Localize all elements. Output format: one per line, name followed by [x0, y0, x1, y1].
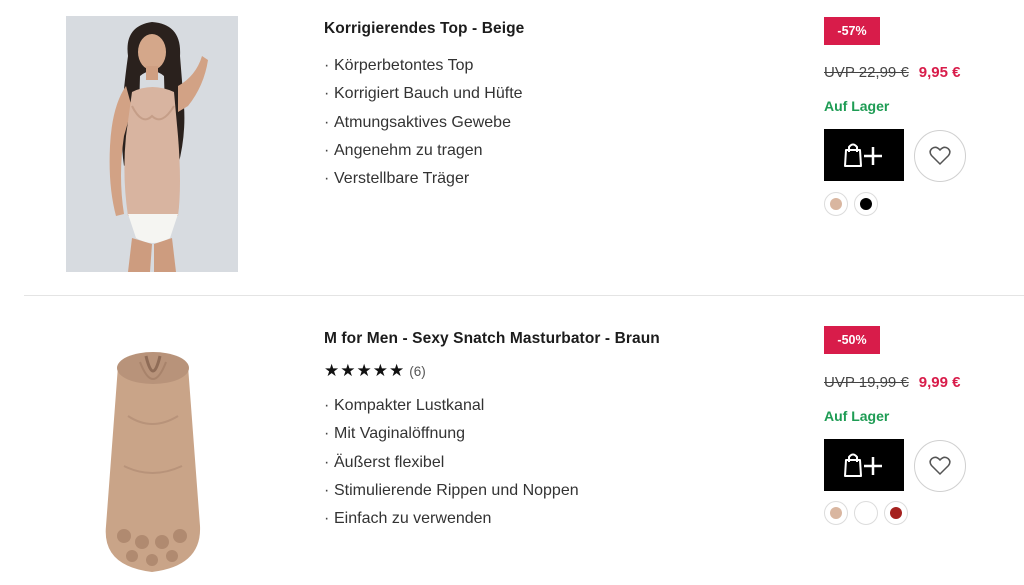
shopping-bag-plus-icon — [844, 143, 882, 167]
shopping-bag-plus-icon — [844, 453, 882, 477]
color-swatch-white[interactable] — [854, 501, 878, 525]
color-swatch-beige[interactable] — [824, 501, 848, 525]
feature-item: · Angenehm zu tragen — [324, 141, 483, 159]
price-block: UVP 22,99 € 9,95 € — [824, 64, 961, 81]
product-card: M for Men - Sexy Snatch Masturbator - Br… — [0, 296, 1024, 585]
price-block: UVP 19,99 € 9,99 € — [824, 374, 961, 391]
wishlist-button[interactable] — [914, 440, 966, 492]
add-to-cart-button[interactable] — [824, 129, 904, 181]
color-swatch-beige[interactable] — [824, 192, 848, 216]
product-image[interactable] — [66, 336, 238, 581]
product-image[interactable] — [66, 16, 238, 272]
product-card: Korrigierendes Top - Beige · Körperbetont… — [0, 0, 1024, 295]
rating-count: (6) — [409, 363, 426, 379]
color-swatch-red[interactable] — [884, 501, 908, 525]
wishlist-button[interactable] — [914, 130, 966, 182]
feature-list: · Körperbetontes Top · Korrigiert Bauch un… — [324, 52, 523, 193]
feature-item: · Kompakter Lustkanal — [324, 397, 485, 414]
product-title[interactable]: M for Men - Sexy Snatch Masturbator - Br… — [324, 330, 660, 348]
discount-badge: -50% — [824, 326, 880, 354]
feature-item: · Körperbetontes Top — [324, 57, 474, 74]
heart-icon — [929, 456, 951, 476]
feature-item: · Mit Vaginalöffnung — [324, 425, 466, 443]
feature-item: · Stimulierende Rippen und Noppen — [324, 481, 579, 499]
color-swatches — [824, 192, 884, 216]
product-title[interactable]: Korrigierendes Top - Beige — [324, 20, 524, 38]
discount-badge: -57% — [824, 17, 880, 45]
add-to-cart-button[interactable] — [824, 439, 904, 491]
feature-item: · Atmungsaktives Gewebe — [324, 113, 511, 131]
sale-price: 9,99 € — [918, 374, 961, 391]
feature-list: · Kompakter Lustkanal · Mit Vaginalöffnung… — [324, 392, 579, 533]
star-rating-icon: ★★★★★ — [324, 361, 406, 380]
original-price: UVP 22,99 € — [824, 64, 909, 81]
stock-status: Auf Lager — [824, 408, 890, 424]
sale-price: 9,95 € — [918, 64, 961, 81]
feature-item: · Äußerst flexibel — [324, 453, 445, 471]
feature-item: · Korrigiert Bauch und Hüfte — [324, 85, 523, 103]
feature-item: · Verstellbare Träger — [324, 170, 470, 188]
rating[interactable]: ★★★★★ (6) — [324, 362, 426, 380]
stock-status: Auf Lager — [824, 98, 890, 114]
color-swatches — [824, 501, 914, 525]
feature-item: · Einfach zu verwenden — [324, 510, 492, 528]
original-price: UVP 19,99 € — [824, 374, 909, 391]
heart-icon — [929, 146, 951, 166]
color-swatch-black[interactable] — [854, 192, 878, 216]
